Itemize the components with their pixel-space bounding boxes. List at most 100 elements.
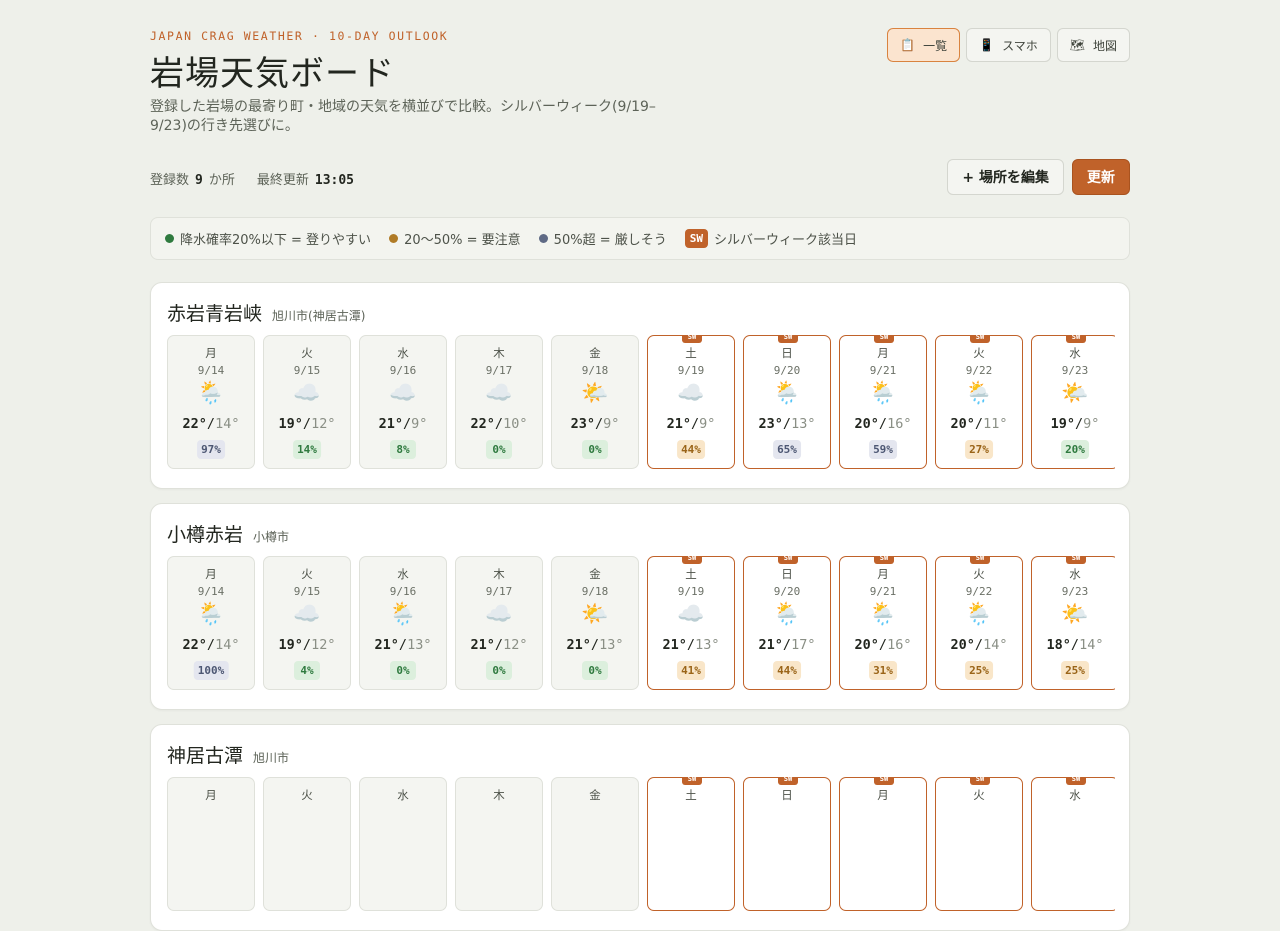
- day-forecast[interactable]: 火 9/15 ☁️ 19°/12° 14%: [263, 335, 351, 469]
- temperature-range: 19°/12°: [264, 416, 350, 432]
- day-of-week: 水: [397, 567, 409, 581]
- day-forecast[interactable]: SW 土 9/19 ☁️ 21°/13° 41%: [647, 556, 735, 690]
- day-forecast[interactable]: SW 月 9/21 🌦️ 20°/16° 31%: [839, 556, 927, 690]
- view-map-button[interactable]: 🗺 地図: [1056, 28, 1130, 62]
- legend-item-mid: 20〜50% = 要注意: [389, 229, 521, 248]
- day-date: 9/19: [677, 364, 705, 377]
- day-forecast[interactable]: SW 日 9/20 🌦️ 23°/13° 65%: [743, 335, 831, 469]
- crag-location: 旭川市: [253, 751, 290, 765]
- day-forecast[interactable]: 金: [551, 777, 639, 911]
- precip-badge: 0%: [582, 440, 608, 459]
- day-forecast[interactable]: SW 月: [839, 777, 927, 911]
- temp-separator: /: [398, 637, 408, 653]
- temp-low: 13°: [791, 416, 816, 432]
- day-forecast[interactable]: SW 日: [743, 777, 831, 911]
- temp-high: 20°: [854, 637, 879, 653]
- day-forecast[interactable]: 月 9/14 🌦️ 22°/14° 100%: [167, 556, 255, 690]
- clipboard-icon: 📋: [900, 38, 916, 52]
- weather-icon: ☁️: [677, 602, 705, 627]
- day-forecast[interactable]: 水 9/16 🌦️ 21°/13° 0%: [359, 556, 447, 690]
- day-forecast[interactable]: 水: [359, 777, 447, 911]
- day-forecast[interactable]: 金 9/18 🌤️ 23°/9° 0%: [551, 335, 639, 469]
- day-forecast[interactable]: SW 火 9/22 🌦️ 20°/11° 27%: [935, 335, 1023, 469]
- temperature-range: 21°/9°: [360, 416, 446, 432]
- temp-high: 21°: [378, 416, 403, 432]
- temp-separator: /: [402, 416, 412, 432]
- day-of-week: 火: [973, 788, 985, 802]
- day-forecast[interactable]: 月 9/14 🌦️ 22°/14° 97%: [167, 335, 255, 469]
- day-forecast[interactable]: SW 水 9/23 🌤️ 18°/14° 25%: [1031, 556, 1115, 690]
- day-date: 9/16: [389, 364, 417, 377]
- temp-high: 21°: [662, 637, 687, 653]
- precip-badge: 0%: [582, 661, 608, 680]
- day-of-week: 火: [973, 567, 985, 581]
- weather-icon: 🌤️: [581, 381, 609, 406]
- day-forecast[interactable]: SW 火 9/22 🌦️ 20°/14° 25%: [935, 556, 1023, 690]
- day-forecast[interactable]: 金 9/18 🌤️ 21°/13° 0%: [551, 556, 639, 690]
- day-date: 9/15: [293, 585, 321, 598]
- day-forecast[interactable]: SW 水: [1031, 777, 1115, 911]
- view-mobile-button[interactable]: 📱 スマホ: [966, 28, 1051, 62]
- day-date: 9/21: [869, 585, 897, 598]
- count-label: 登録数: [150, 173, 190, 188]
- day-of-week: 月: [877, 567, 889, 581]
- edit-places-button[interactable]: + 場所を編集: [947, 159, 1064, 195]
- day-date: 9/23: [1061, 585, 1089, 598]
- day-of-week: 火: [301, 567, 313, 581]
- day-forecast[interactable]: 火: [263, 777, 351, 911]
- temp-low: 9°: [603, 416, 620, 432]
- view-label: 地図: [1092, 38, 1117, 53]
- day-date: 9/18: [581, 585, 609, 598]
- sw-badge: SW: [682, 335, 702, 343]
- temp-high: 19°: [278, 637, 303, 653]
- day-forecast[interactable]: SW 土 9/19 ☁️ 21°/9° 44%: [647, 335, 735, 469]
- temperature-range: 21°/13°: [360, 637, 446, 653]
- day-forecast[interactable]: SW 水 9/23 🌤️ 19°/9° 20%: [1031, 335, 1115, 469]
- sw-badge: SW: [970, 777, 990, 785]
- temp-low: 12°: [311, 637, 336, 653]
- day-date: 9/21: [869, 364, 897, 377]
- eyebrow-text: JAPAN CRAG WEATHER · 10-DAY OUTLOOK: [150, 29, 449, 43]
- day-forecast[interactable]: SW 土: [647, 777, 735, 911]
- stats-bar: 登録数 9 か所 最終更新 13:05: [150, 169, 354, 188]
- precip-badge: 59%: [869, 440, 897, 459]
- precip-badge: 27%: [965, 440, 993, 459]
- temp-high: 18°: [1046, 637, 1071, 653]
- temp-low: 13°: [599, 637, 624, 653]
- day-forecast[interactable]: SW 月 9/21 🌦️ 20°/16° 59%: [839, 335, 927, 469]
- precip-badge: 0%: [486, 661, 512, 680]
- temp-low: 14°: [983, 637, 1008, 653]
- day-forecast[interactable]: SW 火: [935, 777, 1023, 911]
- day-of-week: 土: [685, 346, 697, 360]
- sw-badge: SW: [778, 777, 798, 785]
- day-forecast[interactable]: 木: [455, 777, 543, 911]
- temp-low: 14°: [215, 637, 240, 653]
- forecast-strip: 月 9/14 🌦️ 22°/14° 100% 火 9/15 ☁️ 19° / 12° 4% 水 9/16 🌦…: [167, 556, 1115, 692]
- legend-mid-text: 20〜50% = 要注意: [404, 233, 521, 248]
- temp-high: 21°: [470, 637, 495, 653]
- temperature-range: 23°/9°: [552, 416, 638, 432]
- day-forecast[interactable]: 火 9/15 ☁️ 19°/12° 4%: [263, 556, 351, 690]
- day-forecast[interactable]: SW 日 9/20 🌦️ 21°/17° 44%: [743, 556, 831, 690]
- count-value: 9: [195, 173, 203, 188]
- day-forecast[interactable]: 木 9/17 ☁️ 22°/10° 0%: [455, 335, 543, 469]
- sw-badge: SW: [874, 335, 894, 343]
- precip-badge: 4%: [294, 661, 320, 680]
- view-list-button[interactable]: 📋 一覧: [887, 28, 961, 62]
- day-forecast[interactable]: 水 9/16 ☁️ 21°/9° 8%: [359, 335, 447, 469]
- temperature-range: 18°/14°: [1032, 637, 1115, 653]
- temperature-range: 22°/14°: [168, 637, 254, 653]
- temp-high: 20°: [854, 416, 879, 432]
- day-of-week: 水: [397, 788, 409, 802]
- crag-card: 赤岩青岩峡 旭川市(神居古潭) 月 9/14 🌦️ 22°/14° 97% 火 9/15 ☁️ 19…: [150, 282, 1130, 489]
- view-label: 一覧: [923, 38, 948, 53]
- precip-badge: 25%: [1061, 661, 1089, 680]
- day-forecast[interactable]: 木 9/17 ☁️ 21°/12° 0%: [455, 556, 543, 690]
- temperature-range: 22°/14°: [168, 416, 254, 432]
- updated-label: 最終更新: [256, 173, 309, 188]
- crag-name: 小樽赤岩: [167, 524, 244, 546]
- crag-header: 小樽赤岩 小樽市: [167, 520, 289, 547]
- day-forecast[interactable]: 月: [167, 777, 255, 911]
- refresh-button[interactable]: 更新: [1072, 159, 1130, 195]
- day-of-week: 月: [877, 346, 889, 360]
